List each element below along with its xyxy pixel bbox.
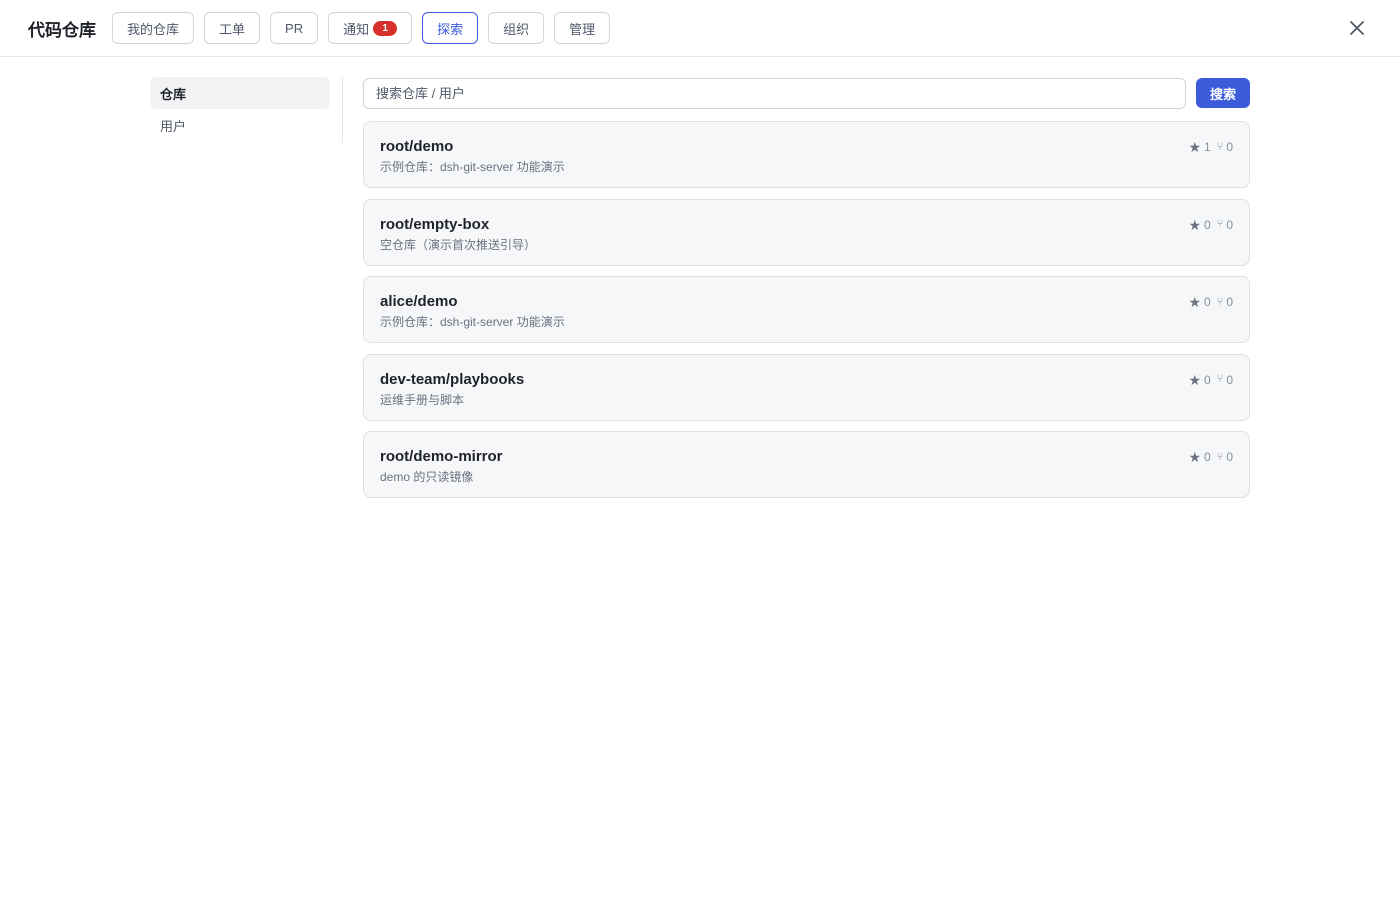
repo-name[interactable]: root/demo: [380, 138, 453, 155]
repo-name[interactable]: dev-team/playbooks: [380, 371, 524, 388]
star-icon: ★: [1188, 216, 1202, 233]
tab-organizations[interactable]: 组织: [488, 12, 545, 44]
fork-count: 0: [1226, 217, 1233, 232]
repo-stats: ★ 1 ⑂ 0: [1188, 140, 1233, 154]
top-bar: 代码仓库 我的仓库 工单 PR 通知 1 探索 组织 管理: [0, 0, 1400, 57]
sidebar-item-label: 仓库: [160, 86, 187, 102]
star-count: 0: [1204, 295, 1211, 309]
star-count: 0: [1204, 372, 1211, 387]
repo-description: 示例仓库：dsh-git-server 功能演示: [380, 315, 565, 329]
fork-count: 0: [1226, 295, 1233, 309]
star-count: 0: [1204, 450, 1211, 464]
app-title: 代码仓库: [28, 21, 96, 40]
star-count: 1: [1204, 140, 1211, 154]
fork-count: 0: [1226, 140, 1233, 154]
repo-description: demo 的只读镜像: [380, 470, 474, 484]
repo-list: root/demo 示例仓库：dsh-git-server 功能演示 ★ 1 ⑂…: [363, 121, 1250, 509]
tab-my-repos[interactable]: 我的仓库: [112, 12, 195, 44]
fork-count: 0: [1226, 450, 1233, 464]
repo-stats: ★ 0 ⑂ 0: [1188, 373, 1233, 387]
tab-admin[interactable]: 管理: [554, 12, 611, 44]
repo-name[interactable]: root/empty-box: [380, 216, 489, 233]
tab-pr[interactable]: PR: [270, 12, 319, 44]
fork-icon: ⑂: [1216, 295, 1224, 308]
repo-stats: ★ 0 ⑂ 0: [1188, 218, 1233, 232]
fork-icon: ⑂: [1216, 218, 1224, 230]
fork-icon: ⑂: [1216, 373, 1224, 385]
tab-label: 通知: [343, 21, 370, 37]
main-nav: 我的仓库 工单 PR 通知 1 探索 组织 管理: [112, 12, 611, 44]
notification-count-badge: 1: [373, 20, 398, 36]
explore-sidebar: 仓库 用户: [150, 77, 330, 141]
close-icon: [1350, 21, 1364, 35]
search-input[interactable]: [363, 78, 1186, 109]
star-icon: ★: [1188, 139, 1202, 155]
repo-card[interactable]: dev-team/playbooks 运维手册与脚本 ★ 0 ⑂ 0: [363, 353, 1250, 421]
repo-stats: ★ 0 ⑂ 0: [1188, 295, 1233, 309]
repo-description: 示例仓库：dsh-git-server 功能演示: [380, 160, 565, 174]
tab-label: 组织: [503, 21, 530, 37]
tab-explore[interactable]: 探索: [422, 12, 479, 44]
star-count: 0: [1204, 217, 1211, 232]
tab-issues[interactable]: 工单: [204, 12, 261, 44]
sidebar-item-repos[interactable]: 仓库: [150, 77, 330, 109]
star-icon: ★: [1188, 449, 1202, 465]
repo-name[interactable]: root/demo-mirror: [380, 448, 503, 465]
tab-label: 探索: [437, 21, 464, 37]
repo-card[interactable]: root/demo-mirror demo 的只读镜像 ★ 0 ⑂ 0: [363, 431, 1250, 498]
tab-label: 管理: [569, 21, 596, 37]
star-icon: ★: [1188, 371, 1202, 388]
repo-stats: ★ 0 ⑂ 0: [1188, 450, 1233, 464]
fork-count: 0: [1226, 372, 1233, 387]
repo-card[interactable]: root/empty-box 空仓库（演示首次推送引导） ★ 0 ⑂ 0: [363, 198, 1250, 266]
repo-description: 空仓库（演示首次推送引导）: [380, 237, 537, 252]
tab-label: 工单: [219, 21, 246, 37]
sidebar-item-users[interactable]: 用户: [150, 109, 330, 141]
sidebar-item-label: 用户: [160, 118, 187, 134]
tab-label: PR: [285, 20, 304, 36]
repo-card[interactable]: root/demo 示例仓库：dsh-git-server 功能演示 ★ 1 ⑂…: [363, 121, 1250, 188]
repo-description: 运维手册与脚本: [380, 392, 465, 407]
sidebar-divider: [342, 77, 343, 143]
fork-icon: ⑂: [1216, 450, 1224, 463]
search-button[interactable]: 搜索: [1196, 78, 1250, 108]
tab-notifications[interactable]: 通知 1: [328, 12, 413, 44]
fork-icon: ⑂: [1216, 140, 1224, 153]
close-button[interactable]: [1346, 17, 1368, 39]
tab-label: 我的仓库: [127, 21, 180, 37]
repo-card[interactable]: alice/demo 示例仓库：dsh-git-server 功能演示 ★ 0 …: [363, 276, 1250, 343]
repo-name[interactable]: alice/demo: [380, 293, 458, 310]
star-icon: ★: [1188, 294, 1202, 310]
